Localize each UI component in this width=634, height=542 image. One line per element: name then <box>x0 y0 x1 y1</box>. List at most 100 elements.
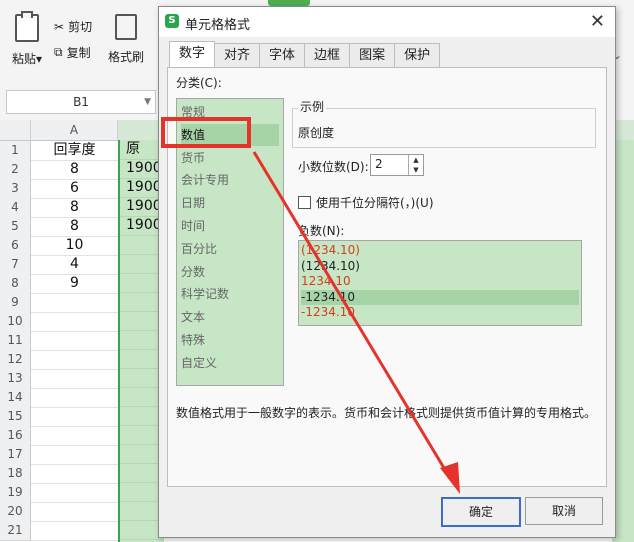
category-item[interactable]: 时间 <box>181 215 279 237</box>
tab-边框[interactable]: 边框 <box>304 43 351 67</box>
cell-a[interactable]: 8 <box>31 217 119 237</box>
format-painter-button[interactable]: 格式刷 <box>108 14 144 65</box>
category-item[interactable]: 特殊 <box>181 329 279 351</box>
cell-a[interactable]: 9 <box>31 274 119 294</box>
name-box[interactable]: B1 ▼ <box>6 90 156 114</box>
row-header[interactable]: 2 <box>0 160 31 180</box>
cell-a[interactable] <box>31 521 119 541</box>
negative-option[interactable]: (1234.10) <box>301 243 579 258</box>
row-header[interactable]: 19 <box>0 483 31 503</box>
row-header[interactable]: 1 <box>0 141 31 161</box>
cut-label: 剪切 <box>68 20 93 34</box>
cell-a[interactable] <box>31 388 119 408</box>
copy-icon: ⧉ <box>54 45 63 59</box>
copy-button[interactable]: ⧉ 复制 <box>54 44 91 61</box>
negative-option[interactable]: -1234.10 <box>301 289 579 305</box>
cell-b-value: 1900 <box>126 217 162 233</box>
row-header[interactable]: 16 <box>0 426 31 446</box>
tab-对齐[interactable]: 对齐 <box>214 43 261 67</box>
row-header[interactable]: 14 <box>0 388 31 408</box>
category-item[interactable]: 日期 <box>181 192 279 214</box>
sample-value: 原创度 <box>298 126 335 140</box>
category-item[interactable]: 货币 <box>181 147 279 169</box>
cell-a[interactable] <box>31 483 119 503</box>
column-header-a[interactable]: A <box>31 120 118 141</box>
chevron-down-icon[interactable]: ▼ <box>144 91 151 113</box>
clipboard-icon <box>15 11 39 42</box>
category-item[interactable]: 文本 <box>181 306 279 328</box>
format-painter-label: 格式刷 <box>108 50 145 64</box>
cell-a[interactable] <box>31 293 119 313</box>
cell-a[interactable] <box>31 426 119 446</box>
row-header[interactable]: 21 <box>0 521 31 541</box>
cell-a[interactable]: 8 <box>31 198 119 218</box>
column-a[interactable]: 回享度 8 6 8 8 10 4 9 <box>31 141 119 542</box>
negative-numbers-list[interactable]: (1234.10) (1234.10) 1234.10 -1234.10 -1234.1… <box>298 240 582 326</box>
row-header[interactable]: 18 <box>0 464 31 484</box>
column-header-b[interactable] <box>118 120 163 141</box>
row-header[interactable]: 9 <box>0 293 31 313</box>
negative-option[interactable]: -1234.10 <box>301 305 579 320</box>
row-header[interactable]: 11 <box>0 331 31 351</box>
app-logo-icon: S <box>165 14 179 28</box>
cancel-button[interactable]: 取消 <box>525 497 603 525</box>
decimal-places-stepper[interactable]: 2 ▲ ▼ <box>370 154 424 176</box>
tab-数字[interactable]: 数字 <box>169 41 216 67</box>
tab-字体[interactable]: 字体 <box>259 43 306 67</box>
name-box-value: B1 <box>73 95 89 109</box>
cell-a[interactable]: 8 <box>31 160 119 180</box>
category-item[interactable]: 会计专用 <box>181 169 279 191</box>
decimal-places-value: 2 <box>375 157 383 171</box>
category-item[interactable]: 分数 <box>181 261 279 283</box>
cell-a[interactable] <box>31 369 119 389</box>
spin-arrows-icon[interactable]: ▲ ▼ <box>408 155 423 175</box>
tab-图案[interactable]: 图案 <box>349 43 396 67</box>
scissors-icon: ✂ <box>54 19 65 34</box>
row-header[interactable]: 12 <box>0 350 31 370</box>
highlight-box <box>161 117 251 148</box>
negative-numbers-label: 负数(N): <box>298 224 345 238</box>
row-header[interactable]: 3 <box>0 179 31 199</box>
row-header[interactable]: 17 <box>0 445 31 465</box>
cell-a[interactable]: 回享度 <box>31 141 119 161</box>
cell-a[interactable] <box>31 445 119 465</box>
row-header[interactable]: 15 <box>0 407 31 427</box>
select-all-corner[interactable] <box>0 120 31 141</box>
row-header[interactable]: 5 <box>0 217 31 237</box>
negative-option[interactable]: 1234.10 <box>301 274 579 289</box>
row-header[interactable]: 4 <box>0 198 31 218</box>
category-item[interactable]: 科学记数 <box>181 283 279 305</box>
ok-button[interactable]: 确定 <box>441 497 521 527</box>
negative-option[interactable]: (1234.10) <box>301 259 579 274</box>
brush-icon <box>115 14 137 40</box>
cell-a[interactable] <box>31 464 119 484</box>
category-item[interactable]: 百分比 <box>181 238 279 260</box>
row-header[interactable]: 7 <box>0 255 31 275</box>
sample-box <box>292 108 596 148</box>
row-header[interactable]: 8 <box>0 274 31 294</box>
cell-a[interactable] <box>31 502 119 522</box>
thousands-separator-label: 使用千位分隔符(，)(U) <box>316 196 434 210</box>
row-header[interactable]: 20 <box>0 502 31 522</box>
tab-保护[interactable]: 保护 <box>394 43 441 67</box>
decimal-places-label: 小数位数(D): <box>298 160 369 174</box>
format-description: 数值格式用于一般数字的表示。货币和会计格式则提供货币值计算的专用格式。 <box>176 406 597 420</box>
cell-a[interactable]: 10 <box>31 236 119 256</box>
close-icon[interactable]: ✕ <box>590 11 605 32</box>
row-header[interactable]: 13 <box>0 369 31 389</box>
cell-a[interactable]: 6 <box>31 179 119 199</box>
cut-button[interactable]: ✂ 剪切 <box>54 18 92 35</box>
cell-a[interactable] <box>31 350 119 370</box>
cell-a[interactable] <box>31 407 119 427</box>
cell-b-value: 1900 <box>126 179 162 195</box>
cell-a[interactable]: 4 <box>31 255 119 275</box>
row-header[interactable]: 6 <box>0 236 31 256</box>
paste-label: 粘贴 <box>11 52 36 66</box>
paste-button[interactable]: 粘贴▾ <box>8 11 46 67</box>
cell-a[interactable] <box>31 331 119 351</box>
row-header[interactable]: 10 <box>0 312 31 332</box>
dialog-titlebar: S 单元格格式 ✕ <box>159 7 615 37</box>
category-item[interactable]: 自定义 <box>181 352 279 374</box>
cell-a[interactable] <box>31 312 119 332</box>
thousands-separator-checkbox[interactable] <box>298 196 311 209</box>
